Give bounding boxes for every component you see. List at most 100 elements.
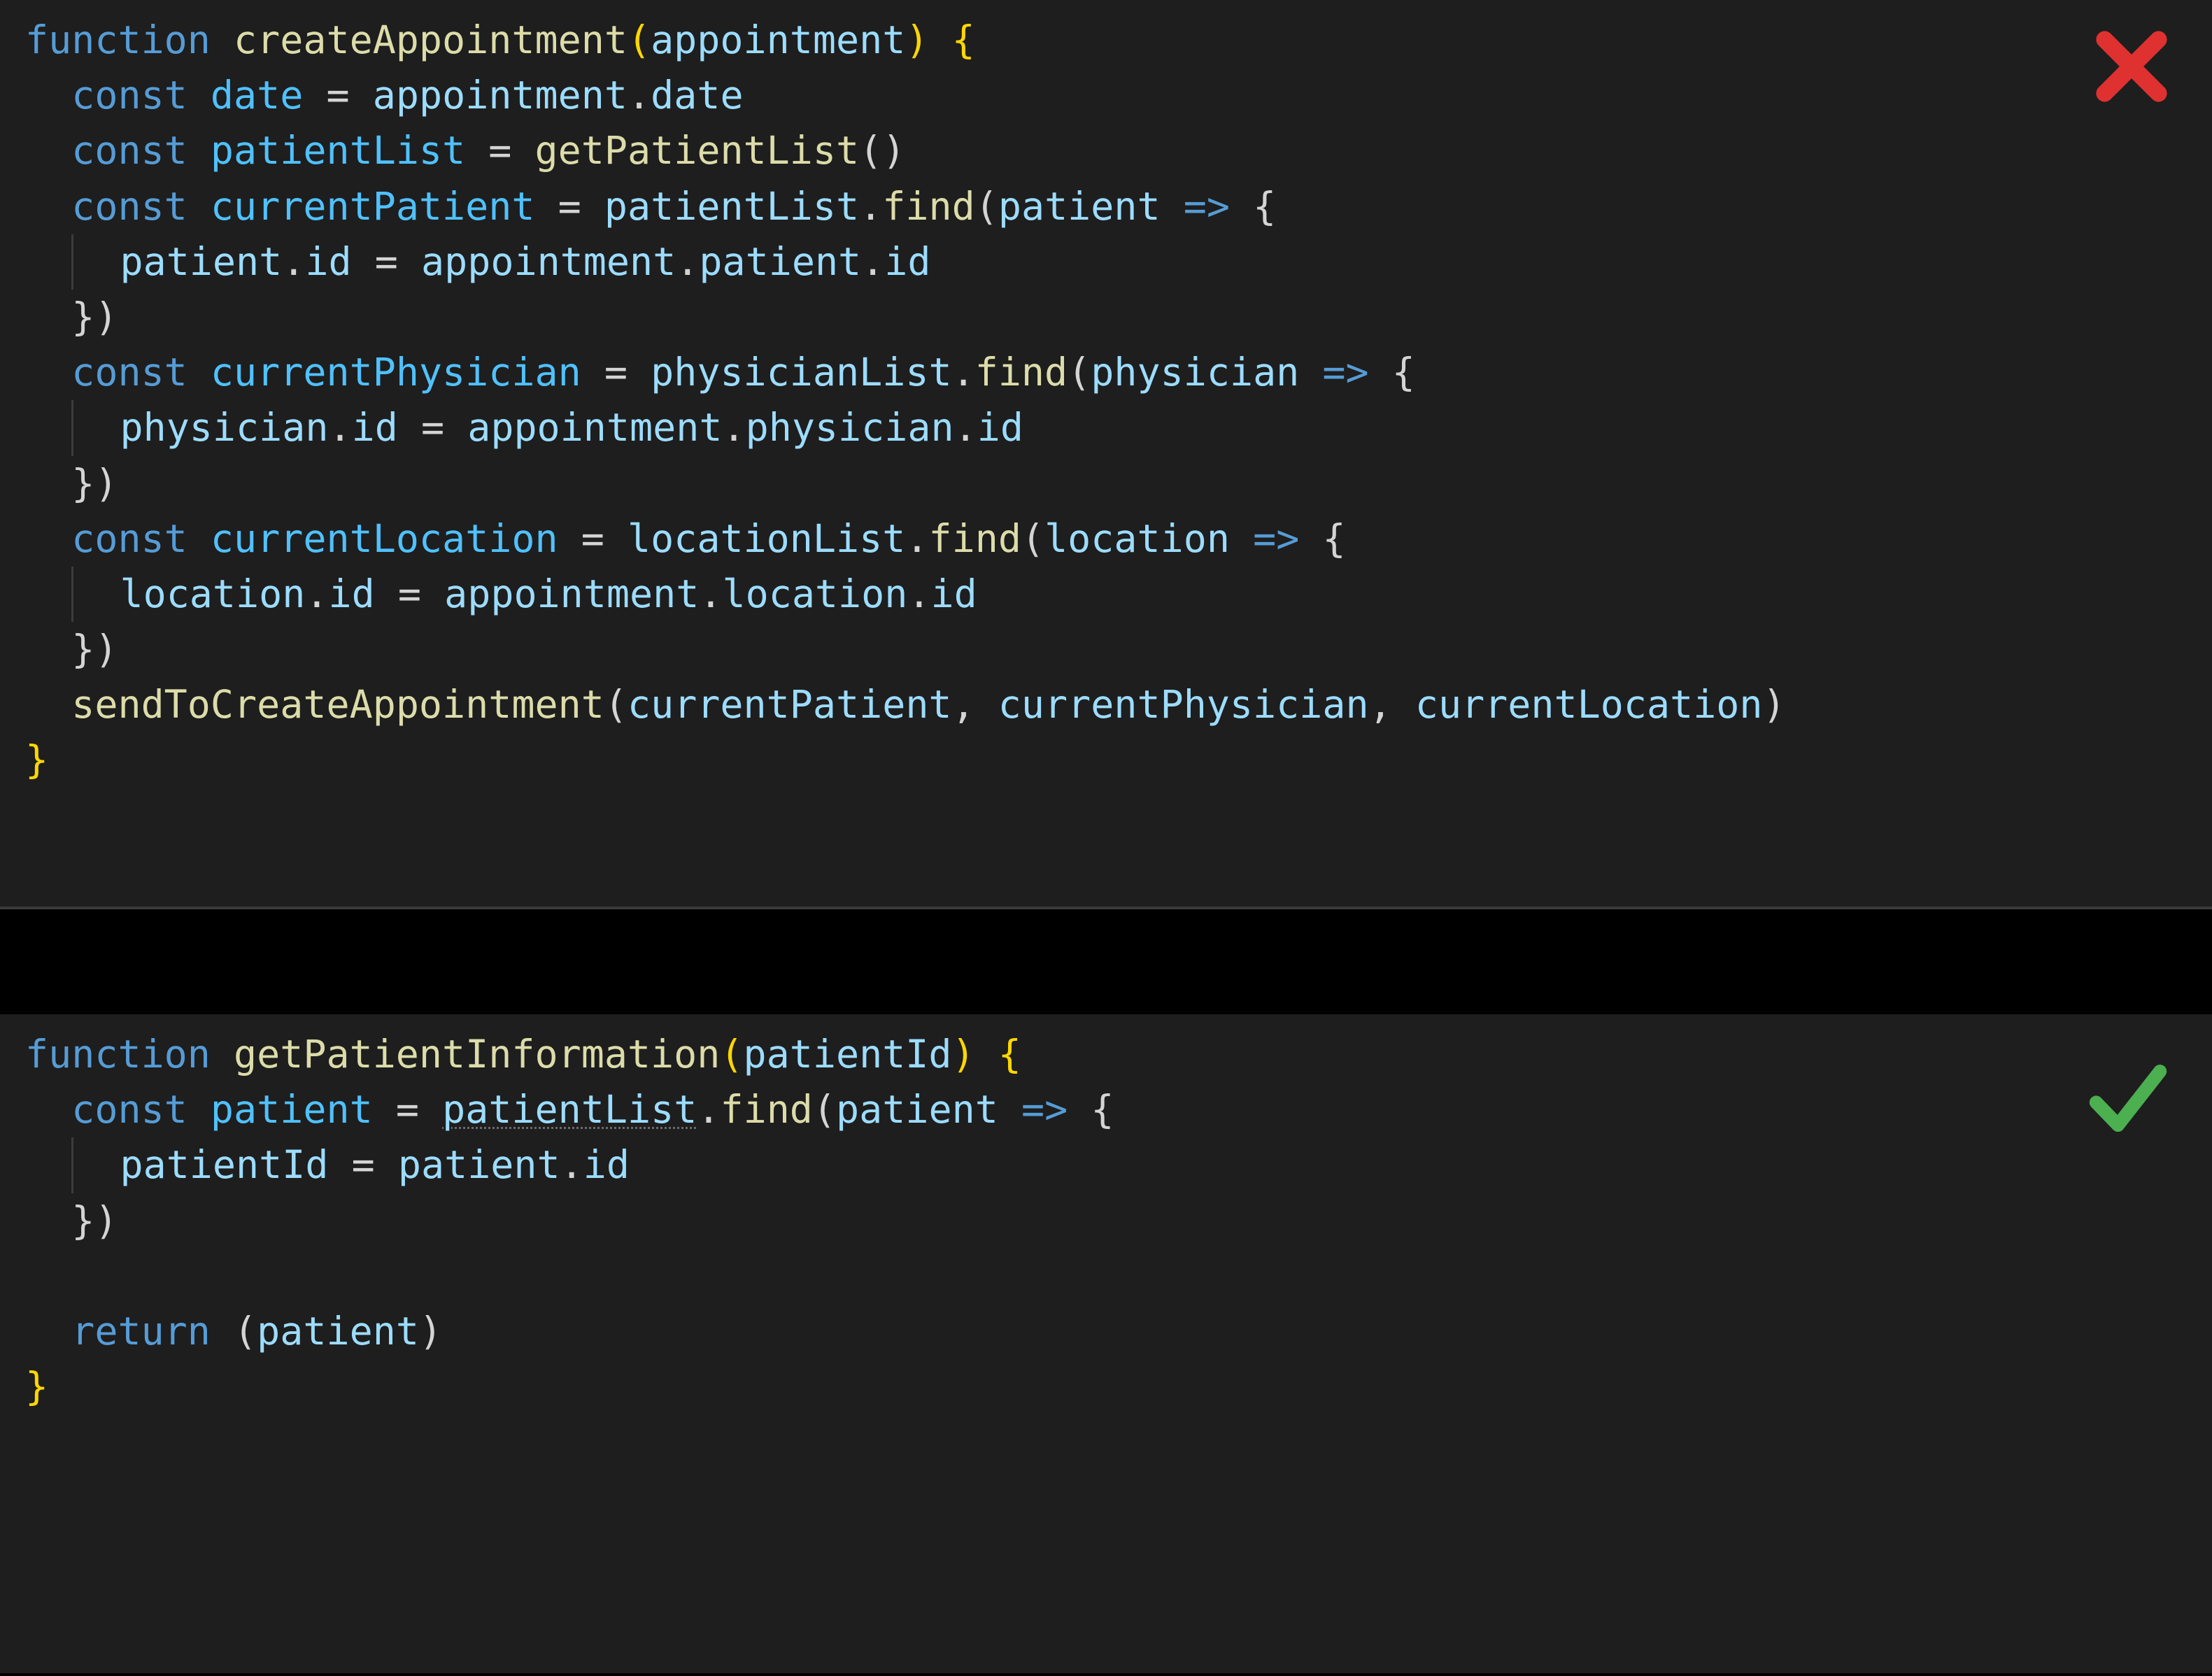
code-line: function createAppointment(appointment) … — [25, 17, 975, 62]
code-token: }) — [71, 627, 118, 672]
code-token: = — [421, 405, 444, 450]
code-token: currentPatient — [628, 682, 952, 727]
code-token — [1299, 350, 1322, 395]
code-token: = — [398, 571, 421, 616]
code-token: ( — [1021, 516, 1044, 561]
code-token: = — [375, 239, 398, 284]
code-token: find — [882, 184, 974, 229]
code-token — [1161, 184, 1184, 229]
code-token: { — [1091, 1087, 1114, 1132]
code-token: const — [71, 516, 211, 561]
code-token: patient — [998, 184, 1161, 229]
code-token: patient — [699, 239, 861, 284]
code-token — [375, 1142, 398, 1187]
code-token: , — [952, 682, 998, 727]
code-token: physicianList — [651, 350, 951, 395]
code-token: id — [305, 239, 351, 284]
code-line: const currentLocation = locationList.fin… — [25, 516, 1346, 561]
code-token: . — [628, 73, 651, 118]
code-token: ) — [419, 1309, 442, 1354]
code-token: function — [25, 17, 234, 62]
code-token: id — [583, 1142, 630, 1187]
code-token — [604, 516, 628, 561]
code-token — [628, 350, 651, 395]
code-line: } — [25, 737, 48, 782]
code-token — [373, 1087, 396, 1132]
code-token: { — [1392, 350, 1415, 395]
code-token: , — [1369, 682, 1415, 727]
code-token: = — [558, 184, 581, 229]
code-line: patient.id = appointment.patient.id — [25, 239, 931, 284]
code-token — [398, 239, 421, 284]
code-token — [1369, 350, 1392, 395]
code-token — [581, 184, 604, 229]
code-token: . — [859, 184, 882, 229]
code-panel-good-example: function getPatientInformation(patientId… — [0, 1014, 2212, 1673]
code-token — [975, 1032, 998, 1077]
code-token: }) — [71, 461, 118, 506]
code-token: id — [977, 405, 1023, 450]
code-token: . — [905, 516, 928, 561]
code-token: = — [327, 73, 350, 118]
code-token: currentPhysician — [998, 682, 1369, 727]
code-token: const — [71, 350, 211, 395]
code-token: . — [282, 239, 305, 284]
code-token: { — [1322, 516, 1345, 561]
check-icon — [2086, 1056, 2170, 1140]
code-token: . — [907, 571, 930, 616]
code-token: return — [71, 1309, 234, 1354]
code-token: { — [998, 1032, 1021, 1077]
code-token: . — [861, 239, 884, 284]
code-token: currentLocation — [211, 516, 558, 561]
code-block-bottom[interactable]: function getPatientInformation(patientId… — [0, 1014, 2212, 1427]
code-line: function getPatientInformation(patientId… — [25, 1032, 1021, 1077]
code-token — [303, 73, 326, 118]
code-line: sendToCreateAppointment(currentPatient, … — [25, 682, 1786, 727]
code-token: ( — [604, 682, 628, 727]
code-token: ( — [628, 17, 651, 62]
code-token: id — [352, 405, 398, 450]
code-token: find — [975, 350, 1068, 395]
code-token: = — [352, 1142, 375, 1187]
code-token — [465, 128, 488, 173]
code-token: patient — [398, 1142, 560, 1187]
code-line: const currentPhysician = physicianList.f… — [25, 350, 1415, 395]
code-token — [375, 571, 398, 616]
code-token: ( — [975, 184, 998, 229]
code-token: find — [720, 1087, 812, 1132]
panel-divider — [0, 909, 2212, 1014]
code-token: patientList — [442, 1087, 697, 1132]
code-token: getPatientList — [535, 128, 860, 173]
code-token — [1230, 184, 1253, 229]
code-token: } — [25, 1364, 48, 1409]
code-token: const — [71, 1087, 211, 1132]
code-token: patient — [836, 1087, 998, 1132]
code-block-top[interactable]: function createAppointment(appointment) … — [0, 0, 2212, 801]
code-token — [398, 405, 421, 450]
code-token: } — [25, 737, 48, 782]
code-token: . — [699, 571, 722, 616]
code-line: }) — [25, 461, 118, 506]
code-token — [421, 571, 444, 616]
code-token: physician — [120, 405, 328, 450]
code-token: ) — [1763, 682, 1786, 727]
code-token: patientId — [120, 1142, 328, 1187]
code-token: ( — [234, 1309, 257, 1354]
code-token: ( — [1068, 350, 1091, 395]
code-line: } — [25, 1364, 48, 1409]
code-token: = — [488, 128, 511, 173]
code-token: const — [71, 128, 211, 173]
code-token: patientList — [211, 128, 465, 173]
code-token: { — [1253, 184, 1276, 229]
code-token — [511, 128, 534, 173]
code-token: appointment — [467, 405, 722, 450]
code-token: physician — [1091, 350, 1299, 395]
code-token: const — [71, 184, 211, 229]
code-token: . — [952, 350, 975, 395]
code-token — [1068, 1087, 1091, 1132]
code-token: = — [396, 1087, 419, 1132]
code-token: => — [1322, 350, 1368, 395]
code-panel-bad-example: function createAppointment(appointment) … — [0, 0, 2212, 909]
code-token — [535, 184, 558, 229]
code-token: ) — [952, 1032, 975, 1077]
